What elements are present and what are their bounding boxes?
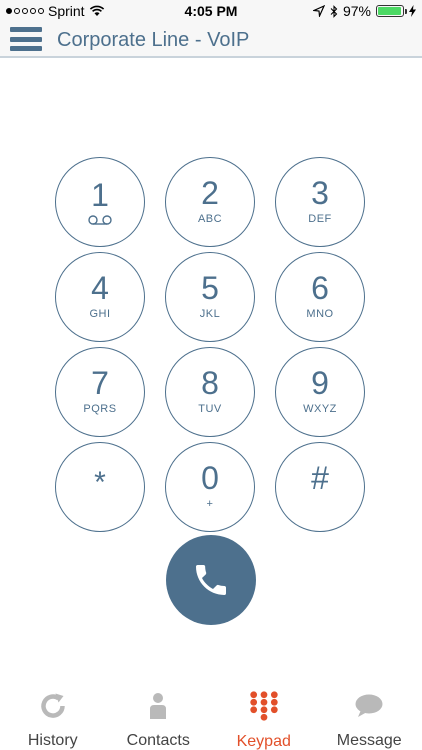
- history-icon: [38, 690, 68, 721]
- contacts-icon: [143, 690, 173, 721]
- dial-keypad: 1 2 ABC 3 DEF 4 GHI 5 JKL 6 MNO 7 PQRS 8…: [55, 157, 367, 532]
- hamburger-menu-icon[interactable]: [10, 25, 42, 53]
- key-digit: 5: [201, 270, 219, 306]
- key-9[interactable]: 9 WXYZ: [275, 347, 365, 437]
- tab-contacts[interactable]: Contacts: [106, 680, 212, 750]
- key-digit: 9: [311, 365, 329, 401]
- key-4[interactable]: 4 GHI: [55, 252, 145, 342]
- bluetooth-icon: [330, 4, 338, 18]
- key-letters: GHI: [89, 308, 111, 320]
- key-digit: 8: [201, 365, 219, 401]
- tab-history[interactable]: History: [0, 680, 106, 750]
- key-digit: #: [311, 460, 329, 496]
- location-icon: [312, 5, 325, 17]
- battery-percent: 97%: [342, 3, 371, 19]
- key-letters: DEF: [308, 213, 332, 225]
- tab-label: Message: [336, 732, 402, 749]
- key-digit: *: [94, 466, 106, 499]
- key-7[interactable]: 7 PQRS: [55, 347, 145, 437]
- key-2[interactable]: 2 ABC: [165, 157, 255, 247]
- tab-label: Keypad: [236, 733, 291, 750]
- header: Corporate Line - VoIP: [0, 22, 422, 58]
- key-5[interactable]: 5 JKL: [165, 252, 255, 342]
- key-0[interactable]: 0 +: [165, 442, 255, 532]
- status-bar: Sprint 4:05 PM 97%: [0, 0, 422, 22]
- tab-keypad[interactable]: Keypad: [211, 680, 317, 750]
- key-letters: PQRS: [83, 403, 117, 415]
- key-letters: WXYZ: [303, 403, 337, 415]
- phone-icon: [196, 565, 226, 595]
- call-button[interactable]: [166, 535, 256, 625]
- voicemail-icon: [88, 215, 112, 225]
- key-digit: 6: [311, 270, 329, 306]
- page-title: Corporate Line - VoIP: [57, 29, 250, 51]
- key-star[interactable]: *: [55, 442, 145, 532]
- keypad-icon: [249, 690, 279, 722]
- key-3[interactable]: 3 DEF: [275, 157, 365, 247]
- key-letters: TUV: [198, 403, 222, 415]
- key-letters: +: [206, 498, 214, 510]
- key-digit: 0: [201, 460, 219, 496]
- key-letters: MNO: [306, 308, 334, 320]
- key-digit: 3: [311, 175, 329, 211]
- key-digit: 1: [91, 177, 109, 213]
- key-8[interactable]: 8 TUV: [165, 347, 255, 437]
- key-digit: 2: [201, 175, 219, 211]
- battery-icon: [376, 5, 407, 17]
- message-icon: [354, 690, 384, 721]
- tab-label: Contacts: [126, 732, 190, 749]
- key-1[interactable]: 1: [55, 157, 145, 247]
- key-6[interactable]: 6 MNO: [275, 252, 365, 342]
- key-digit: 7: [91, 365, 109, 401]
- tab-message[interactable]: Message: [317, 680, 422, 750]
- key-letters: JKL: [199, 308, 221, 320]
- tab-bar: History Contacts Keypad Message: [0, 680, 422, 750]
- key-hash[interactable]: #: [275, 442, 365, 532]
- key-digit: 4: [91, 270, 109, 306]
- status-right: 97%: [312, 3, 416, 19]
- charging-icon: [409, 5, 416, 17]
- tab-label: History: [27, 732, 78, 749]
- key-letters: ABC: [197, 213, 223, 225]
